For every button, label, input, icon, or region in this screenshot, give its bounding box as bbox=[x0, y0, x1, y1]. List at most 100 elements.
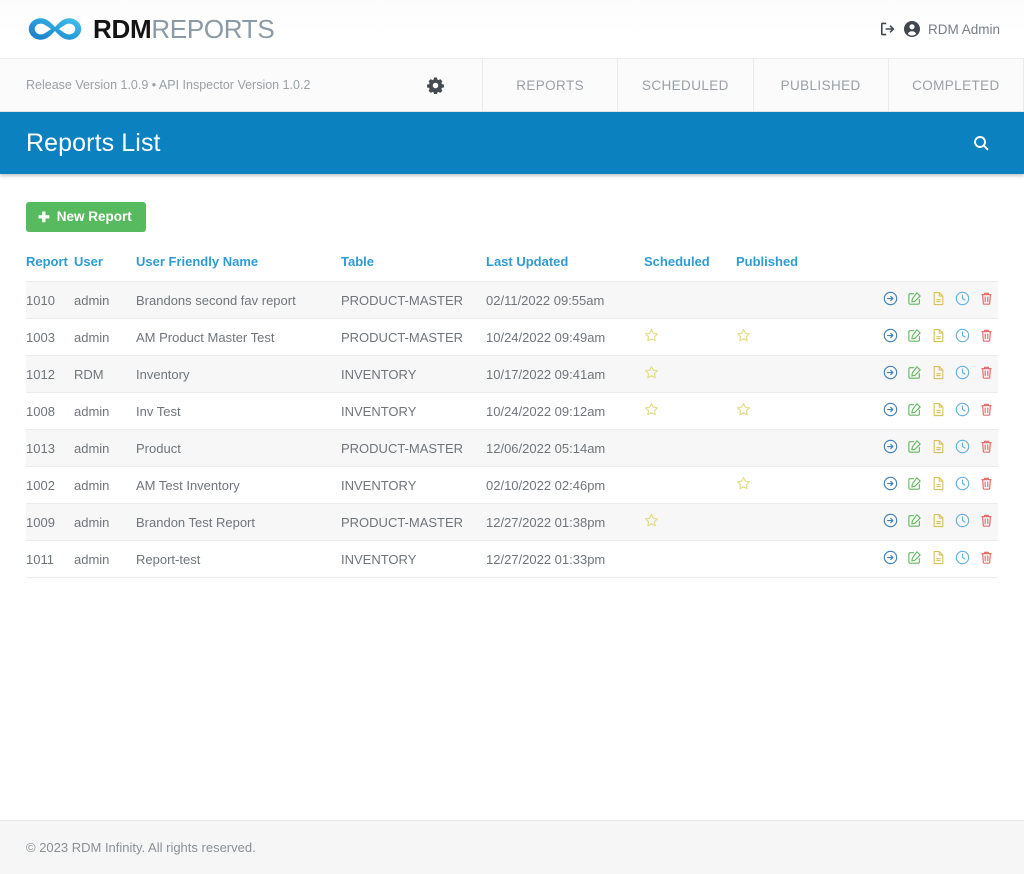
delete-report-action[interactable] bbox=[979, 328, 994, 343]
delete-report-action[interactable] bbox=[979, 291, 994, 306]
column-header-name[interactable]: User Friendly Name bbox=[136, 254, 341, 282]
star-icon bbox=[736, 328, 751, 342]
schedule-report-action[interactable] bbox=[955, 439, 970, 454]
published-star-button[interactable] bbox=[736, 328, 751, 343]
cell-scheduled bbox=[644, 540, 736, 578]
delete-report-action[interactable] bbox=[979, 550, 994, 565]
arrow-circle-right-icon bbox=[883, 291, 898, 306]
edit-report-action[interactable] bbox=[907, 365, 922, 380]
table-row[interactable]: 1008 admin Inv Test INVENTORY 10/24/2022 09:… bbox=[26, 392, 998, 430]
tab-published[interactable]: PUBLISHED bbox=[754, 59, 889, 111]
cell-report-id: 1013 bbox=[26, 429, 74, 467]
run-report-action[interactable] bbox=[883, 402, 898, 417]
tab-reports[interactable]: REPORTS bbox=[483, 59, 619, 111]
file-icon bbox=[933, 476, 944, 491]
cell-report-id: 1010 bbox=[26, 281, 74, 319]
column-header-report[interactable]: Report bbox=[26, 254, 74, 282]
table-row[interactable]: 1002 admin AM Test Inventory INVENTORY 02/10… bbox=[26, 466, 998, 504]
column-header-published[interactable]: Published bbox=[736, 254, 860, 282]
edit-report-action[interactable] bbox=[907, 513, 922, 528]
schedule-report-action[interactable] bbox=[955, 291, 970, 306]
run-report-action[interactable] bbox=[883, 291, 898, 306]
copy-report-action[interactable] bbox=[931, 402, 946, 417]
copy-report-action[interactable] bbox=[931, 476, 946, 491]
copy-report-action[interactable] bbox=[931, 291, 946, 306]
copy-report-action[interactable] bbox=[931, 439, 946, 454]
delete-report-action[interactable] bbox=[979, 513, 994, 528]
table-row[interactable]: 1009 admin Brandon Test Report PRODUCT-MAST… bbox=[26, 503, 998, 541]
edit-report-action[interactable] bbox=[907, 291, 922, 306]
column-header-table[interactable]: Table bbox=[341, 254, 486, 282]
schedule-report-action[interactable] bbox=[955, 513, 970, 528]
published-star-button[interactable] bbox=[736, 476, 751, 491]
scheduled-star-button[interactable] bbox=[644, 328, 659, 343]
search-button[interactable] bbox=[969, 131, 994, 156]
delete-report-action[interactable] bbox=[979, 439, 994, 454]
schedule-report-action[interactable] bbox=[955, 550, 970, 565]
scheduled-star-button[interactable] bbox=[644, 365, 659, 380]
schedule-report-action[interactable] bbox=[955, 402, 970, 417]
copy-report-action[interactable] bbox=[931, 328, 946, 343]
table-row[interactable]: 1003 admin AM Product Master Test PRODUCT-M… bbox=[26, 318, 998, 356]
run-report-action[interactable] bbox=[883, 550, 898, 565]
table-row[interactable]: 1012 RDM Inventory INVENTORY 10/17/2022 09:4… bbox=[26, 355, 998, 393]
new-report-button[interactable]: ✚ New Report bbox=[26, 202, 146, 232]
cell-published bbox=[736, 318, 860, 356]
run-report-action[interactable] bbox=[883, 328, 898, 343]
table-row[interactable]: 1013 admin Product PRODUCT-MASTER 12/06/2022… bbox=[26, 429, 998, 467]
arrow-circle-right-icon bbox=[883, 550, 898, 565]
brand-name-bold: RDM bbox=[93, 14, 152, 44]
cell-user: admin bbox=[74, 318, 136, 356]
edit-report-action[interactable] bbox=[907, 550, 922, 565]
run-report-action[interactable] bbox=[883, 513, 898, 528]
copy-report-action[interactable] bbox=[931, 550, 946, 565]
tab-completed[interactable]: COMPLETED bbox=[889, 59, 1024, 111]
user-menu[interactable]: RDM Admin bbox=[880, 21, 1000, 37]
cell-report-id: 1003 bbox=[26, 318, 74, 356]
user-circle-icon[interactable] bbox=[903, 21, 920, 37]
page-footer: © 2023 RDM Infinity. All rights reserved… bbox=[0, 820, 1024, 874]
app-window: RDMREPORTS RDM Admin Release Version 1.0… bbox=[0, 0, 1024, 874]
copy-report-action[interactable] bbox=[931, 365, 946, 380]
main-content: ✚ New Report Report User User Friendly N… bbox=[0, 174, 1024, 820]
cell-actions bbox=[860, 281, 998, 319]
arrow-circle-right-icon bbox=[883, 402, 898, 417]
run-report-action[interactable] bbox=[883, 439, 898, 454]
cell-table: PRODUCT-MASTER bbox=[341, 503, 486, 541]
edit-report-action[interactable] bbox=[907, 402, 922, 417]
infinity-icon bbox=[28, 18, 82, 40]
schedule-report-action[interactable] bbox=[955, 328, 970, 343]
scheduled-star-button[interactable] bbox=[644, 402, 659, 417]
brand-name-light: REPORTS bbox=[151, 14, 275, 44]
delete-report-action[interactable] bbox=[979, 365, 994, 380]
column-header-updated[interactable]: Last Updated bbox=[486, 254, 644, 282]
table-row[interactable]: 1011 admin Report-test INVENTORY 12/27/2022 … bbox=[26, 540, 998, 578]
clock-icon bbox=[955, 439, 970, 454]
published-star-button[interactable] bbox=[736, 402, 751, 417]
run-report-action[interactable] bbox=[883, 365, 898, 380]
settings-button[interactable] bbox=[427, 77, 444, 94]
edit-report-action[interactable] bbox=[907, 328, 922, 343]
cell-actions bbox=[860, 540, 998, 578]
edit-report-action[interactable] bbox=[907, 439, 922, 454]
row-action-group bbox=[883, 476, 994, 491]
cell-published bbox=[736, 392, 860, 430]
run-report-action[interactable] bbox=[883, 476, 898, 491]
cell-user-friendly-name: Report-test bbox=[136, 540, 341, 578]
cell-table: INVENTORY bbox=[341, 540, 486, 578]
table-row[interactable]: 1010 admin Brandons second fav report PRODU… bbox=[26, 281, 998, 319]
sign-out-icon[interactable] bbox=[880, 21, 896, 37]
cell-scheduled bbox=[644, 392, 736, 430]
copy-report-action[interactable] bbox=[931, 513, 946, 528]
schedule-report-action[interactable] bbox=[955, 365, 970, 380]
brand-logo[interactable]: RDMREPORTS bbox=[26, 14, 275, 44]
delete-report-action[interactable] bbox=[979, 402, 994, 417]
scheduled-star-button[interactable] bbox=[644, 513, 659, 528]
column-header-scheduled[interactable]: Scheduled bbox=[644, 254, 736, 282]
column-header-user[interactable]: User bbox=[74, 254, 136, 282]
edit-report-action[interactable] bbox=[907, 476, 922, 491]
schedule-report-action[interactable] bbox=[955, 476, 970, 491]
cell-published bbox=[736, 281, 860, 319]
tab-scheduled[interactable]: SCHEDULED bbox=[618, 59, 754, 111]
delete-report-action[interactable] bbox=[979, 476, 994, 491]
